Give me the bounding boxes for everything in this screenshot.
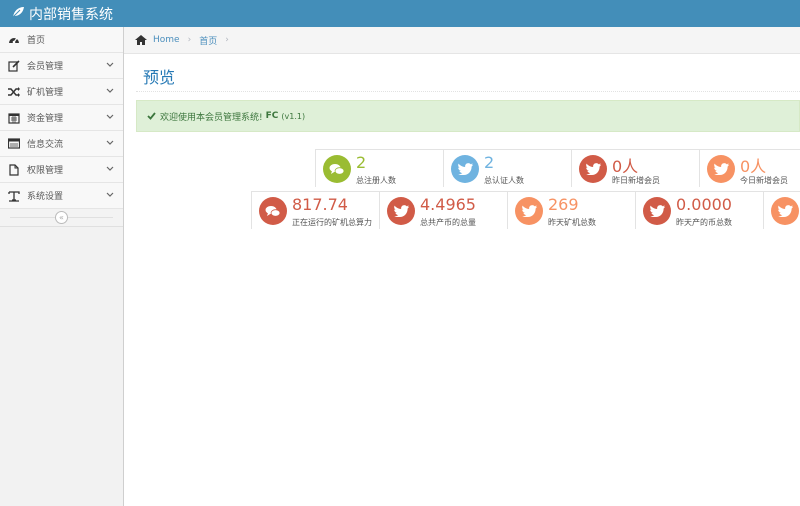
chevron-down-icon bbox=[106, 87, 114, 97]
sidebar-item-label: 首页 bbox=[27, 36, 46, 46]
twitter-icon bbox=[707, 155, 735, 183]
stat-value: 269 bbox=[548, 195, 579, 214]
breadcrumb-separator-icon: › bbox=[225, 35, 229, 45]
comments-icon bbox=[259, 197, 287, 225]
stat-running-hashrate: 817.74 正在运行的矿机总算力 bbox=[251, 191, 379, 229]
list-icon bbox=[7, 137, 21, 151]
breadcrumb-home-link[interactable]: Home bbox=[153, 35, 180, 45]
chevron-down-icon bbox=[106, 191, 114, 201]
check-icon bbox=[147, 112, 156, 120]
alert-brand: FC bbox=[265, 111, 279, 121]
sidebar-item-label: 权限管理 bbox=[27, 166, 64, 176]
stat-value: 2 bbox=[356, 153, 367, 172]
stat-label: 正在运行的矿机总算力 bbox=[292, 218, 372, 227]
stat-yesterday-coins: 0.0000 昨天产的币总数 bbox=[635, 191, 763, 229]
welcome-alert: 欢迎使用本会员管理系统! FC (v1.1) bbox=[136, 100, 800, 132]
twitter-icon bbox=[451, 155, 479, 183]
app-title: 内部销售系统 bbox=[29, 6, 113, 23]
breadcrumb-current[interactable]: 首页 bbox=[199, 34, 217, 47]
app-brand[interactable]: 内部销售系统 bbox=[12, 4, 113, 23]
alert-message: 欢迎使用本会员管理系统! bbox=[160, 112, 263, 123]
stat-value: 0.0000 bbox=[676, 195, 732, 214]
sidebar-item-home[interactable]: 首页 bbox=[0, 27, 123, 53]
sidebar-item-label: 会员管理 bbox=[27, 62, 64, 72]
file-icon bbox=[7, 163, 21, 177]
random-icon bbox=[7, 85, 21, 99]
sidebar-item-settings[interactable]: 系统设置 bbox=[0, 183, 123, 209]
stat-value: 0人 bbox=[612, 157, 639, 176]
chevron-down-icon bbox=[106, 139, 114, 149]
calendar-icon bbox=[7, 111, 21, 125]
stat-value: 2 bbox=[484, 153, 495, 172]
stat-label: 总共产币的总量 bbox=[420, 218, 476, 227]
leaf-icon bbox=[12, 6, 25, 22]
stat-label: 总注册人数 bbox=[356, 176, 396, 185]
page-header: 预览 bbox=[136, 55, 800, 92]
stat-label: 昨天矿机总数 bbox=[548, 218, 596, 227]
sidebar-collapse-button[interactable]: « bbox=[55, 211, 68, 224]
stat-yesterday-new: 0人 昨日新增会员 bbox=[571, 149, 699, 187]
sidebar-item-label: 资金管理 bbox=[27, 114, 64, 124]
chevron-down-icon bbox=[106, 61, 114, 71]
stat-total-verified: 2 总认证人数 bbox=[443, 149, 571, 187]
stat-partial bbox=[763, 191, 800, 229]
twitter-icon bbox=[643, 197, 671, 225]
sidebar-item-messages[interactable]: 信息交流 bbox=[0, 131, 123, 157]
top-navbar: 内部销售系统 bbox=[0, 0, 800, 27]
sidebar-collapse-bar: « bbox=[0, 209, 123, 227]
chevron-down-icon bbox=[106, 165, 114, 175]
sidebar-item-member[interactable]: 会员管理 bbox=[0, 53, 123, 79]
sidebar-item-label: 矿机管理 bbox=[27, 88, 64, 98]
twitter-icon bbox=[771, 197, 799, 225]
twitter-icon bbox=[579, 155, 607, 183]
home-icon bbox=[135, 35, 147, 45]
sidebar-item-label: 信息交流 bbox=[27, 140, 64, 150]
stat-total-coins: 4.4965 总共产币的总量 bbox=[379, 191, 507, 229]
page-title: 预览 bbox=[143, 68, 176, 87]
twitter-icon bbox=[387, 197, 415, 225]
text-icon bbox=[7, 189, 21, 203]
sidebar: 首页 会员管理 矿机管理 资金管理 信息交流 权限管理 系统设置 « bbox=[0, 27, 124, 506]
twitter-icon bbox=[515, 197, 543, 225]
stat-value: 817.74 bbox=[292, 195, 348, 214]
stat-label: 昨日新增会员 bbox=[612, 176, 660, 185]
sidebar-item-miner[interactable]: 矿机管理 bbox=[0, 79, 123, 105]
sidebar-item-label: 系统设置 bbox=[27, 192, 64, 202]
breadcrumb: Home › 首页 › bbox=[124, 27, 800, 54]
stat-today-new: 0人 今日新增会员 bbox=[699, 149, 800, 187]
sidebar-item-permissions[interactable]: 权限管理 bbox=[0, 157, 123, 183]
stat-label: 总认证人数 bbox=[484, 176, 524, 185]
stat-label: 昨天产的币总数 bbox=[676, 218, 732, 227]
stat-label: 今日新增会员 bbox=[740, 176, 788, 185]
breadcrumb-separator-icon: › bbox=[187, 35, 192, 45]
stat-value: 0人 bbox=[740, 157, 767, 176]
stat-value: 4.4965 bbox=[420, 195, 476, 214]
dashboard-icon bbox=[7, 33, 21, 47]
comments-icon bbox=[323, 155, 351, 183]
stat-yesterday-miners: 269 昨天矿机总数 bbox=[507, 191, 635, 229]
alert-version: (v1.1) bbox=[281, 111, 306, 121]
stat-total-registered: 2 总注册人数 bbox=[315, 149, 443, 187]
sidebar-item-funds[interactable]: 资金管理 bbox=[0, 105, 123, 131]
edit-icon bbox=[7, 59, 21, 73]
chevron-down-icon bbox=[106, 113, 114, 123]
